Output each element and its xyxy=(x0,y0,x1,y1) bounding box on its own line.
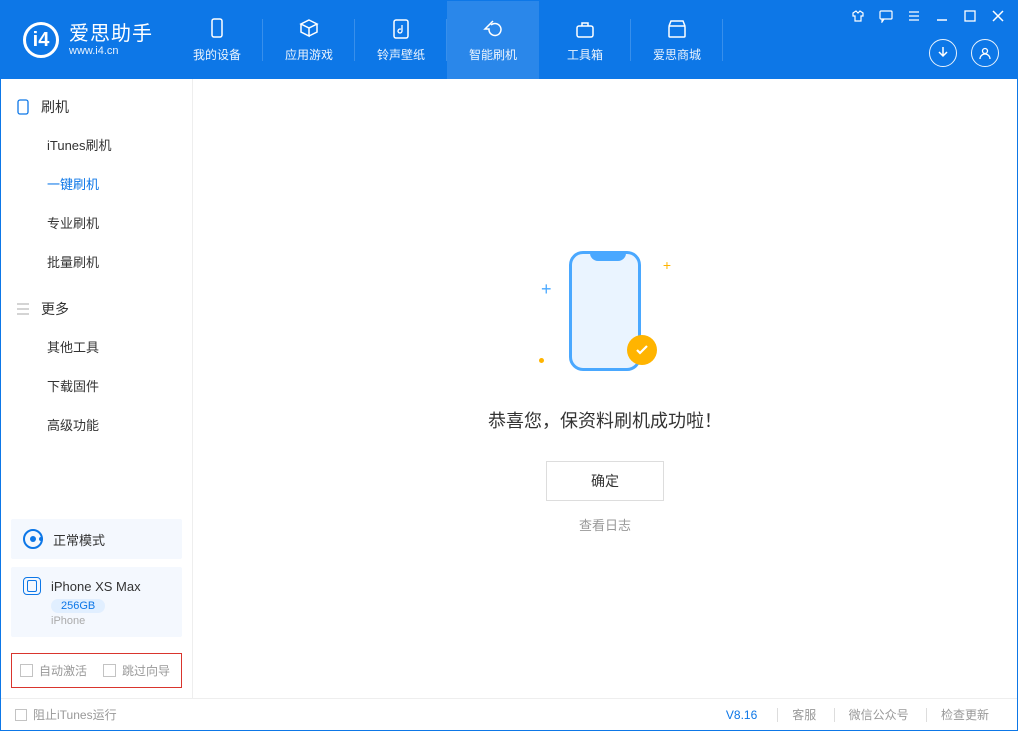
nav-my-device[interactable]: 我的设备 xyxy=(171,1,263,79)
app-header: i4 爱思助手 www.i4.cn 我的设备 应用游戏 铃声壁纸 智能刷机 工具… xyxy=(1,1,1017,79)
sidebar-group-flash: 刷机 xyxy=(1,79,192,125)
cube-icon xyxy=(297,17,321,41)
footer: 阻止iTunes运行 V8.16 客服 微信公众号 检查更新 xyxy=(1,698,1017,730)
download-button[interactable] xyxy=(929,39,957,67)
app-name-cn: 爱思助手 xyxy=(69,23,153,45)
close-button[interactable] xyxy=(989,7,1007,25)
music-icon xyxy=(389,17,413,41)
ok-button[interactable]: 确定 xyxy=(546,461,664,501)
footer-link-wechat[interactable]: 微信公众号 xyxy=(834,708,923,722)
checkmark-badge-icon xyxy=(627,335,657,365)
sidebar-item-itunes-flash[interactable]: iTunes刷机 xyxy=(1,125,192,164)
sidebar-item-download-firmware[interactable]: 下载固件 xyxy=(1,366,192,405)
skin-icon[interactable] xyxy=(849,7,867,25)
phone-outline-icon xyxy=(15,99,31,115)
toolbox-icon xyxy=(573,17,597,41)
sparkle-dot-icon xyxy=(539,358,544,363)
sidebar-group-title: 刷机 xyxy=(41,97,69,117)
logo-icon: i4 xyxy=(23,22,59,58)
nav-apps-games[interactable]: 应用游戏 xyxy=(263,1,355,79)
footer-links: 客服 微信公众号 检查更新 xyxy=(777,706,1003,723)
nav-label: 铃声壁纸 xyxy=(377,46,425,63)
mode-label: 正常模式 xyxy=(53,530,105,549)
maximize-button[interactable] xyxy=(961,7,979,25)
checkbox-icon xyxy=(20,664,33,677)
user-button[interactable] xyxy=(971,39,999,67)
refresh-icon xyxy=(481,17,505,41)
list-icon xyxy=(15,301,31,317)
checkbox-stop-itunes[interactable]: 阻止iTunes运行 xyxy=(15,706,117,723)
success-illustration: + + xyxy=(535,243,675,383)
sidebar-item-other-tools[interactable]: 其他工具 xyxy=(1,327,192,366)
logo[interactable]: i4 爱思助手 www.i4.cn xyxy=(1,22,171,58)
device-storage-badge: 256GB xyxy=(51,599,105,613)
menu-icon[interactable] xyxy=(905,7,923,25)
mode-icon xyxy=(23,529,43,549)
device-card[interactable]: iPhone XS Max 256GB iPhone xyxy=(11,567,182,637)
nav-store[interactable]: 爱思商城 xyxy=(631,1,723,79)
sidebar-group-more: 更多 xyxy=(1,281,192,327)
checkbox-label: 跳过向导 xyxy=(122,662,170,679)
app-name-en: www.i4.cn xyxy=(69,45,153,57)
download-icon xyxy=(936,46,950,60)
feedback-icon[interactable] xyxy=(877,7,895,25)
checkbox-icon xyxy=(103,664,116,677)
mode-card[interactable]: 正常模式 xyxy=(11,519,182,559)
checkbox-auto-activate[interactable]: 自动激活 xyxy=(20,662,87,679)
view-log-link[interactable]: 查看日志 xyxy=(579,515,631,534)
checkbox-label: 自动激活 xyxy=(39,662,87,679)
main-content: + + 恭喜您，保资料刷机成功啦！ 确定 查看日志 xyxy=(193,79,1017,698)
user-icon xyxy=(978,46,992,60)
window-controls xyxy=(849,7,1007,25)
success-message: 恭喜您，保资料刷机成功啦！ xyxy=(488,407,722,433)
device-type: iPhone xyxy=(51,615,170,627)
sidebar-item-batch-flash[interactable]: 批量刷机 xyxy=(1,242,192,281)
nav-label: 智能刷机 xyxy=(469,46,517,63)
sparkle-icon: + xyxy=(541,279,552,300)
footer-link-update[interactable]: 检查更新 xyxy=(926,708,1003,722)
top-nav: 我的设备 应用游戏 铃声壁纸 智能刷机 工具箱 爱思商城 xyxy=(171,1,723,79)
nav-toolbox[interactable]: 工具箱 xyxy=(539,1,631,79)
options-highlight-box: 自动激活 跳过向导 xyxy=(11,653,182,688)
sidebar-group-title: 更多 xyxy=(41,299,69,319)
store-icon xyxy=(665,17,689,41)
sidebar-item-onekey-flash[interactable]: 一键刷机 xyxy=(1,164,192,203)
checkbox-skip-guide[interactable]: 跳过向导 xyxy=(103,662,170,679)
device-name: iPhone XS Max xyxy=(51,579,141,594)
footer-link-service[interactable]: 客服 xyxy=(777,708,830,722)
device-icon xyxy=(205,17,229,41)
checkbox-label: 阻止iTunes运行 xyxy=(33,706,117,723)
sidebar: 刷机 iTunes刷机 一键刷机 专业刷机 批量刷机 更多 其他工具 下载固件 … xyxy=(1,79,193,698)
sidebar-item-pro-flash[interactable]: 专业刷机 xyxy=(1,203,192,242)
device-phone-icon xyxy=(23,577,41,595)
checkbox-icon xyxy=(15,709,27,721)
sparkle-icon: + xyxy=(663,257,671,273)
nav-ringtone-wallpaper[interactable]: 铃声壁纸 xyxy=(355,1,447,79)
minimize-button[interactable] xyxy=(933,7,951,25)
sidebar-item-advanced[interactable]: 高级功能 xyxy=(1,405,192,444)
nav-label: 爱思商城 xyxy=(653,46,701,63)
nav-smart-flash[interactable]: 智能刷机 xyxy=(447,1,539,79)
nav-label: 工具箱 xyxy=(567,46,603,63)
nav-label: 应用游戏 xyxy=(285,46,333,63)
nav-label: 我的设备 xyxy=(193,46,241,63)
header-action-icons xyxy=(929,39,999,67)
version-label: V8.16 xyxy=(726,708,757,722)
